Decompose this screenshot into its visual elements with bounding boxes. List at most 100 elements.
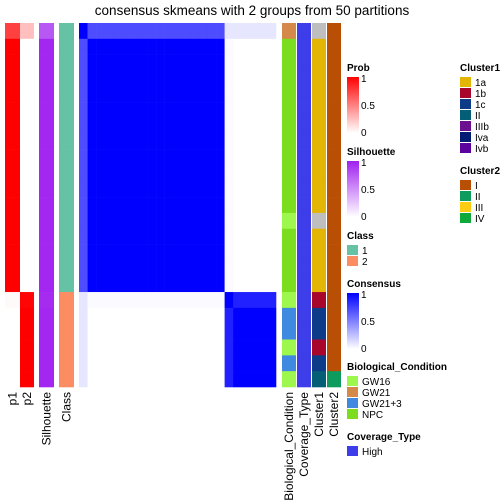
consensus-cell xyxy=(121,228,131,245)
consensus-cell xyxy=(216,323,225,340)
consensus-cell xyxy=(147,355,157,372)
consensus-cell xyxy=(233,276,243,293)
consensus-cell xyxy=(121,260,131,277)
consensus-cell xyxy=(241,86,251,103)
cluster1-legend-label: 1c xyxy=(475,100,486,111)
consensus-cell xyxy=(130,117,140,135)
bio-cell xyxy=(282,276,296,293)
consensus-cell xyxy=(190,86,200,103)
consensus-cell xyxy=(233,70,243,87)
consensus-cell xyxy=(130,165,140,182)
consensus-cell xyxy=(121,323,131,340)
silhouette-legend-tick: 0 xyxy=(361,212,367,223)
consensus-cell xyxy=(181,339,191,356)
cluster1-legend-label: Iva xyxy=(475,133,489,144)
cluster2-cell xyxy=(327,339,341,356)
silhouette-cell xyxy=(39,323,54,340)
consensus-cell xyxy=(198,181,208,198)
consensus-cell xyxy=(207,102,217,119)
consensus-cell xyxy=(104,323,114,340)
consensus-cell xyxy=(138,260,148,277)
coverage-cell xyxy=(297,165,311,182)
consensus-cell xyxy=(250,70,260,87)
consensus-cell xyxy=(156,38,165,55)
cluster1-cell xyxy=(312,276,326,293)
consensus-cell xyxy=(104,276,114,293)
consensus-cell xyxy=(233,23,243,40)
p1-cell xyxy=(5,70,20,87)
consensus-cell xyxy=(267,355,277,372)
consensus-cell xyxy=(258,149,268,166)
consensus-cell xyxy=(138,38,148,55)
consensus-cell xyxy=(241,149,251,166)
consensus-cell xyxy=(241,165,251,182)
consensus-cell xyxy=(181,228,191,245)
consensus-cell xyxy=(79,165,88,182)
consensus-cell xyxy=(198,54,208,71)
cluster2-legend-label: IV xyxy=(475,214,485,225)
consensus-cell xyxy=(224,244,234,261)
p1-cell xyxy=(5,371,20,388)
consensus-cell xyxy=(121,165,131,182)
consensus-cell xyxy=(233,117,243,135)
consensus-cell xyxy=(121,181,131,198)
consensus-cell xyxy=(241,276,251,293)
consensus-cell xyxy=(207,371,217,388)
consensus-cell xyxy=(138,197,148,214)
consensus-cell xyxy=(207,86,217,103)
consensus-cell xyxy=(104,54,114,71)
consensus-cell xyxy=(267,197,277,214)
consensus-cell xyxy=(138,149,148,166)
cluster1-legend-label: 1a xyxy=(475,78,487,89)
consensus-cell xyxy=(250,355,260,372)
consensus-cell xyxy=(224,307,234,324)
consensus-cell xyxy=(241,292,251,309)
bio-cell xyxy=(282,292,296,309)
consensus-cell xyxy=(233,165,243,182)
consensus-cell xyxy=(121,117,131,135)
consensus-cell xyxy=(207,292,217,309)
consensus-cell xyxy=(96,38,105,55)
consensus-cell xyxy=(190,181,200,198)
cluster2-cell xyxy=(327,54,341,71)
chart-title: consensus skmeans with 2 groups from 50 … xyxy=(95,3,410,18)
p2-cell xyxy=(20,292,34,309)
consensus-cell xyxy=(130,244,140,261)
class-column-label: Class xyxy=(60,392,74,422)
cluster1-cell xyxy=(312,86,326,103)
consensus-cell xyxy=(267,276,277,293)
consensus-cell xyxy=(190,371,200,388)
consensus-cell xyxy=(198,133,208,150)
consensus-cell xyxy=(267,307,277,324)
consensus-cell xyxy=(87,197,97,214)
p2-cell xyxy=(20,355,34,372)
p2-cell xyxy=(20,86,34,103)
p2-cell xyxy=(20,197,34,214)
consensus-cell xyxy=(130,181,140,198)
consensus-cell xyxy=(207,165,217,182)
consensus-cell xyxy=(156,54,165,71)
consensus-cell xyxy=(104,371,114,388)
consensus-cell xyxy=(138,181,148,198)
consensus-cell xyxy=(164,260,174,277)
consensus-cell xyxy=(87,339,97,356)
consensus-cell xyxy=(173,38,183,55)
consensus-cell xyxy=(181,23,191,40)
consensus-cell xyxy=(130,133,140,150)
class-cell xyxy=(59,54,74,71)
consensus-cell xyxy=(130,292,140,309)
cluster2-cell xyxy=(327,70,341,87)
consensus-cell xyxy=(198,86,208,103)
consensus-cell xyxy=(87,86,97,103)
consensus-cell xyxy=(233,228,243,245)
consensus-cell xyxy=(181,149,191,166)
consensus-cell xyxy=(190,323,200,340)
p2-cell xyxy=(20,371,34,388)
consensus-cell xyxy=(87,149,97,166)
consensus-cell xyxy=(198,165,208,182)
consensus-cell xyxy=(113,117,123,135)
silhouette-cell xyxy=(39,371,54,388)
consensus-cell xyxy=(258,371,268,388)
class-cell xyxy=(59,307,74,324)
consensus-cell xyxy=(250,212,260,230)
